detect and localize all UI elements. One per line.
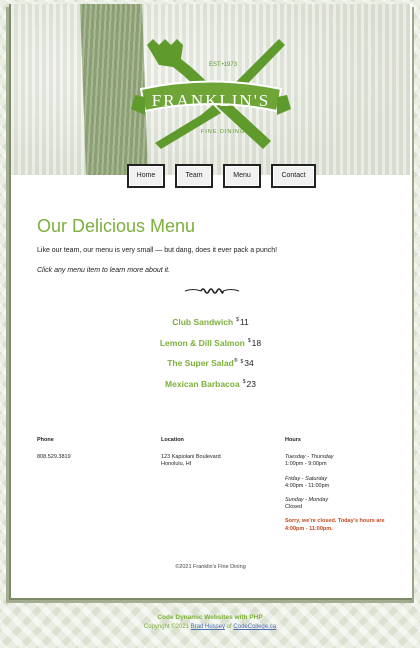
nav-home-button[interactable]: Home bbox=[127, 164, 165, 188]
copyright-text: ©2021 Franklin's Fine Dining bbox=[175, 564, 246, 570]
nav-menu-button[interactable]: Menu bbox=[223, 164, 261, 188]
menu-item[interactable]: The Super Salad® $34 bbox=[11, 358, 410, 379]
codecollege-link[interactable]: CodeCollege.ca bbox=[233, 624, 276, 630]
menu-item-price: 34 bbox=[244, 358, 254, 369]
hours-column: Hours Tuesday - Thursday 1:00pm - 9:00pm… bbox=[285, 437, 395, 533]
menu-item-reg: ® bbox=[233, 358, 238, 365]
hours-time: Closed bbox=[285, 504, 303, 511]
menu-item[interactable]: Lemon & Dill Salmon $18 bbox=[11, 338, 410, 359]
footer-heading: Code Dynamic Websites with PHP bbox=[157, 614, 263, 621]
menu-item-price: 11 bbox=[239, 317, 249, 327]
hours-block: Friday - Saturday 4:00pm - 11:00pm bbox=[285, 476, 395, 490]
hours-block: Tuesday - Thursday 1:00pm - 9:00pm bbox=[285, 454, 395, 468]
nav-contact-button[interactable]: Contact bbox=[271, 164, 316, 188]
ornamental-divider-icon bbox=[184, 288, 240, 294]
footer-copyright: Copyright ©2021 bbox=[143, 624, 190, 630]
menu-hint-text: Click any menu item to learn more about … bbox=[37, 267, 171, 274]
menu-item-name[interactable]: Club Sandwich bbox=[172, 317, 233, 327]
currency-sign: $ bbox=[247, 337, 251, 344]
hours-heading: Hours bbox=[285, 437, 301, 443]
brand-name: FRANKLIN'S bbox=[152, 91, 270, 110]
main-nav: Home Team Menu Contact bbox=[11, 164, 410, 188]
franklins-logo: FRANKLIN'S EST.•1973 FINE DINING bbox=[131, 39, 291, 149]
brand-established: EST.•1973 bbox=[209, 62, 238, 68]
menu-item-price: 18 bbox=[251, 337, 262, 348]
main-content: Our Delicious Menu bbox=[37, 216, 387, 237]
address-line-2: Honolulu, HI bbox=[161, 461, 192, 468]
closed-status-message: Sorry, we're closed. Today's hours are 4… bbox=[285, 518, 385, 532]
phone-number: 808.529.3819 bbox=[37, 454, 71, 461]
header-banner: FRANKLIN'S EST.•1973 FINE DINING bbox=[11, 4, 410, 175]
footer-of: of bbox=[226, 624, 232, 630]
hours-time: 4:00pm - 11:00pm bbox=[285, 482, 330, 489]
brand-tagline: FINE DINING bbox=[201, 129, 245, 135]
hours-days: Tuesday - Thursday bbox=[285, 454, 334, 461]
footer-credits: Copyright ©2021 Brad Hussey of CodeColle… bbox=[0, 624, 420, 630]
author-link[interactable]: Brad Hussey bbox=[191, 624, 225, 630]
address-line-1: 123 Kapiolani Boulevard bbox=[161, 454, 221, 461]
menu-list: Club Sandwich $11 Lemon & Dill Salmon $18 … bbox=[11, 317, 410, 400]
currency-sign: $ bbox=[240, 358, 244, 365]
page-title: Our Delicious Menu bbox=[37, 216, 196, 236]
phone-column: Phone 808.529.3819 bbox=[37, 437, 137, 461]
hours-block: Sunday - Monday Closed bbox=[285, 497, 395, 511]
hours-days: Sunday - Monday bbox=[285, 497, 329, 504]
page-frame: FRANKLIN'S EST.•1973 FINE DINING Home Te… bbox=[9, 4, 412, 600]
hours-days: Friday - Saturday bbox=[285, 475, 328, 482]
hours-time: 1:00pm - 9:00pm bbox=[285, 461, 327, 468]
menu-item-name[interactable]: Mexican Barbacoa bbox=[165, 379, 240, 389]
nav-team-button[interactable]: Team bbox=[175, 164, 213, 188]
location-heading: Location bbox=[161, 437, 184, 443]
menu-item-name[interactable]: Lemon & Dill Salmon bbox=[160, 338, 245, 348]
location-column: Location 123 Kapiolani Boulevard Honolul… bbox=[161, 437, 271, 469]
menu-item[interactable]: Mexican Barbacoa $23 bbox=[11, 379, 410, 400]
menu-item-name[interactable]: The Super Salad bbox=[167, 358, 234, 368]
menu-intro-text: Like our team, our menu is very small — … bbox=[37, 247, 278, 254]
currency-sign: $ bbox=[236, 317, 239, 324]
menu-item-price: 23 bbox=[246, 379, 256, 390]
site-footer: Code Dynamic Websites with PHP Copyright… bbox=[0, 614, 420, 630]
phone-heading: Phone bbox=[37, 437, 54, 443]
menu-item[interactable]: Club Sandwich $11 bbox=[11, 317, 410, 338]
